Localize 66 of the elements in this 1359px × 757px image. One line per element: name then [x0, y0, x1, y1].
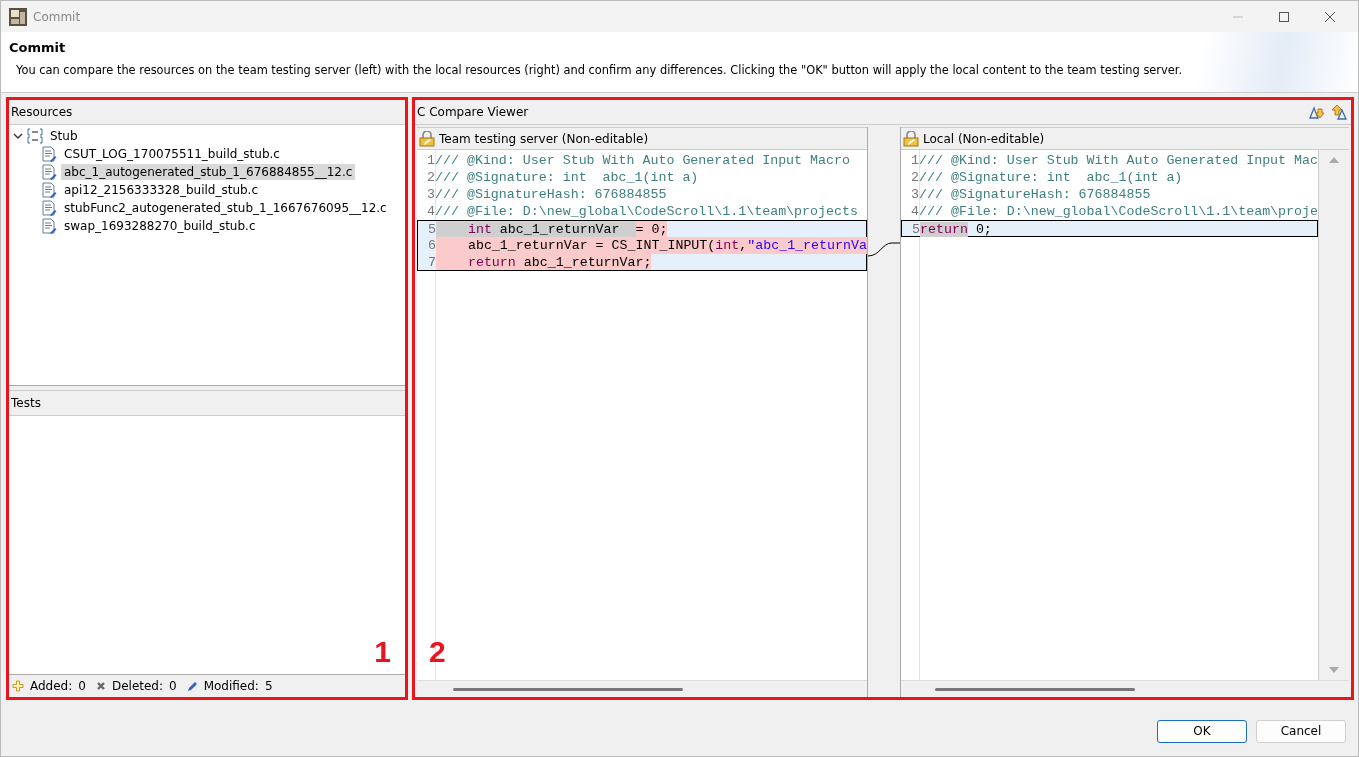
- status-count: 0: [78, 679, 86, 693]
- line-number: 1: [910, 152, 919, 169]
- line-number: 2: [910, 169, 919, 186]
- lock-pencil-icon: [903, 130, 919, 147]
- code-line: /// @Signature: int abc_1(int a): [919, 169, 1183, 186]
- folder-braces-icon: [27, 128, 43, 144]
- scrollbar-thumb[interactable]: [453, 687, 683, 691]
- maximize-icon[interactable]: [1278, 10, 1290, 23]
- previous-difference-icon[interactable]: [1331, 104, 1347, 120]
- code-line: /// @File: D:\new_global\CodeScroll\1.1\team\projects: [435, 203, 858, 220]
- tree-item[interactable]: swap_1693288270_build_stub.c: [61, 218, 259, 234]
- line-number: 3: [426, 186, 435, 203]
- dialog-button[interactable]: Cancel: [1256, 719, 1346, 743]
- pencil-icon: [186, 680, 198, 692]
- status-label: Deleted:: [111, 679, 163, 693]
- section-title: Tests: [11, 396, 41, 410]
- line-number: 4: [426, 203, 435, 220]
- code-line: /// @Kind: User Stub With Auto Generated Input Mac: [919, 152, 1318, 169]
- line-number: 6: [427, 237, 436, 254]
- cross-icon: [95, 681, 106, 691]
- file-icon: [41, 218, 57, 234]
- annotation-number: 1: [374, 635, 391, 669]
- status-count: 0: [169, 679, 177, 693]
- section-title: C Compare Viewer: [417, 105, 529, 119]
- tree-item[interactable]: api12_2156333328_build_stub.c: [61, 182, 262, 198]
- section-title: Resources: [11, 105, 73, 119]
- plus-icon: [12, 680, 24, 692]
- tree-item[interactable]: stubFunc2_autogenerated_stub_1_1667676095__12.c: [61, 200, 390, 216]
- dialog-title: Commit: [9, 40, 67, 55]
- scrollbar-thumb[interactable]: [935, 687, 1135, 691]
- file-icon: [41, 200, 57, 216]
- next-difference-icon[interactable]: [1309, 104, 1325, 120]
- scroll-up-icon[interactable]: [1329, 156, 1339, 164]
- scroll-down-icon[interactable]: [1329, 666, 1339, 674]
- expand-chevron-icon[interactable]: [13, 131, 23, 141]
- lock-pencil-icon: [419, 130, 435, 147]
- app-logo-icon: [9, 7, 27, 26]
- annotation-number: 2: [429, 635, 446, 669]
- code-line: return 0;: [920, 221, 992, 236]
- line-number: 5: [427, 221, 436, 237]
- file-icon: [41, 182, 57, 198]
- pane-title: Local (Non-editable): [923, 131, 1045, 146]
- tree-item[interactable]: Stub: [47, 128, 81, 144]
- window-title: Commit: [33, 9, 81, 24]
- dialog-description: You can compare the resources on the team testing server (left) with the local resources (right) and confirm any differences. Clicking the "OK" button will apply the local content to the team testing server.: [15, 63, 1184, 77]
- tree-item[interactable]: CSUT_LOG_170075511_build_stub.c: [61, 146, 283, 162]
- line-number: 4: [910, 203, 919, 220]
- status-label: Modified:: [203, 679, 259, 693]
- pane-title: Team testing server (Non-editable): [439, 131, 649, 146]
- line-number: 7: [427, 254, 436, 270]
- line-number: 2: [426, 169, 435, 186]
- code-line: /// @SignatureHash: 676884855: [435, 186, 667, 203]
- file-icon: [41, 146, 57, 162]
- tree-item[interactable]: abc_1_autogenerated_stub_1_676884855__12.c: [61, 164, 356, 180]
- file-icon: [41, 164, 57, 180]
- status-count: 5: [264, 679, 273, 693]
- code-line: /// @Signature: int abc_1(int a): [435, 169, 699, 186]
- code-line: /// @SignatureHash: 676884855: [919, 186, 1151, 203]
- close-icon[interactable]: [1324, 10, 1336, 23]
- code-line: /// @Kind: User Stub With Auto Generated Input Macro: [435, 152, 850, 169]
- code-line: /// @File: D:\new_global\CodeScroll\1.1\team\proje: [919, 203, 1318, 220]
- dialog-button[interactable]: OK: [1157, 719, 1247, 743]
- line-number: 1: [426, 152, 435, 169]
- status-label: Added:: [30, 679, 73, 693]
- line-number: 5: [911, 221, 920, 236]
- line-number: 3: [910, 186, 919, 203]
